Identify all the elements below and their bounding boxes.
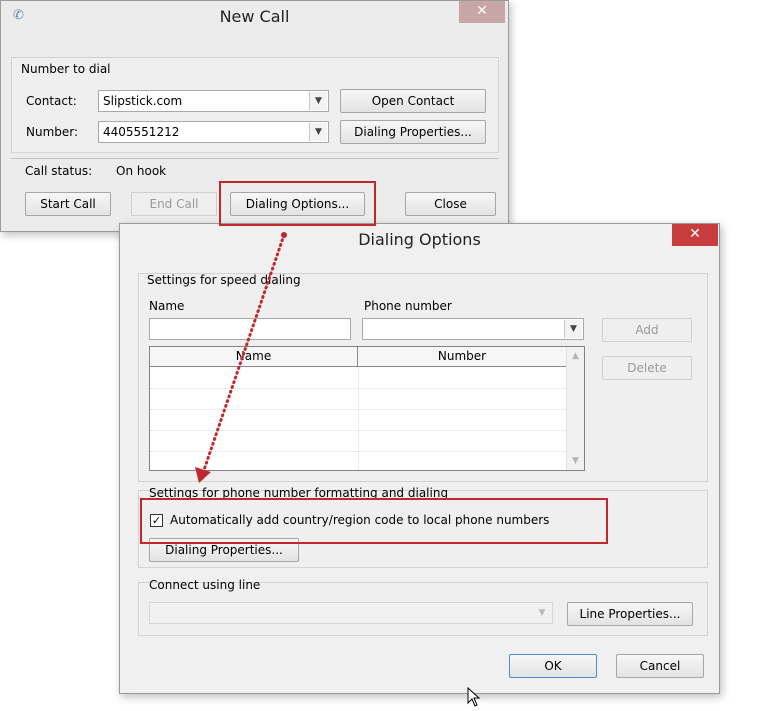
number-value: 4405551212	[103, 125, 180, 139]
mouse-cursor-icon	[467, 687, 481, 707]
contact-value: Slipstick.com	[103, 94, 183, 108]
dialing-options-title: Dialing Options	[358, 230, 481, 249]
close-button[interactable]: Close	[405, 192, 496, 216]
new-call-titlebar[interactable]: ✆ New Call ✕	[1, 1, 508, 33]
end-call-button[interactable]: End Call	[131, 192, 217, 216]
speed-dial-list[interactable]: Name Number ▲ ▼	[149, 346, 585, 471]
vertical-scrollbar[interactable]: ▲ ▼	[566, 347, 584, 470]
speed-dialing-label: Settings for speed dialing	[147, 273, 301, 287]
chevron-down-icon[interactable]: ▼	[564, 320, 582, 338]
contact-combobox[interactable]: Slipstick.com ▼	[98, 90, 329, 112]
connect-line-label: Connect using line	[149, 578, 261, 592]
dialing-properties-button[interactable]: Dialing Properties...	[340, 120, 486, 144]
status-divider	[11, 158, 499, 159]
phone-number-combobox[interactable]: ▼	[362, 318, 584, 340]
column-header-number[interactable]: Number	[358, 347, 566, 367]
column-header-name[interactable]: Name	[150, 347, 358, 367]
start-call-button[interactable]: Start Call	[25, 192, 111, 216]
number-to-dial-label: Number to dial	[19, 62, 113, 76]
chevron-down-icon[interactable]: ▼	[533, 604, 551, 622]
call-status-value: On hook	[116, 164, 167, 178]
dialing-options-highlight	[219, 181, 376, 226]
name-label: Name	[149, 299, 185, 313]
line-combobox[interactable]: ▼	[149, 602, 553, 624]
scroll-up-icon[interactable]: ▲	[567, 351, 584, 361]
open-contact-button[interactable]: Open Contact	[340, 89, 486, 113]
delete-button[interactable]: Delete	[602, 356, 692, 380]
auto-add-highlight	[140, 498, 608, 544]
dialing-options-dialog: Dialing Options ✕ Settings for speed dia…	[119, 223, 720, 694]
number-combobox[interactable]: 4405551212 ▼	[98, 121, 329, 143]
phone-number-label: Phone number	[364, 299, 452, 313]
scroll-down-icon[interactable]: ▼	[567, 456, 584, 466]
line-properties-button[interactable]: Line Properties...	[567, 602, 693, 626]
ok-button[interactable]: OK	[509, 654, 597, 678]
chevron-down-icon[interactable]: ▼	[309, 92, 327, 110]
contact-label: Contact:	[26, 94, 77, 108]
name-input[interactable]	[149, 318, 351, 340]
number-label: Number:	[26, 125, 79, 139]
call-status-label: Call status:	[25, 164, 93, 178]
dialing-options-close-icon[interactable]: ✕	[672, 224, 718, 246]
cancel-button[interactable]: Cancel	[616, 654, 704, 678]
chevron-down-icon[interactable]: ▼	[309, 123, 327, 141]
column-divider	[358, 367, 359, 470]
new-call-title: New Call	[219, 7, 290, 26]
dialing-options-titlebar[interactable]: Dialing Options ✕	[120, 224, 719, 256]
add-button[interactable]: Add	[602, 318, 692, 342]
new-call-close-icon[interactable]: ✕	[459, 1, 505, 23]
